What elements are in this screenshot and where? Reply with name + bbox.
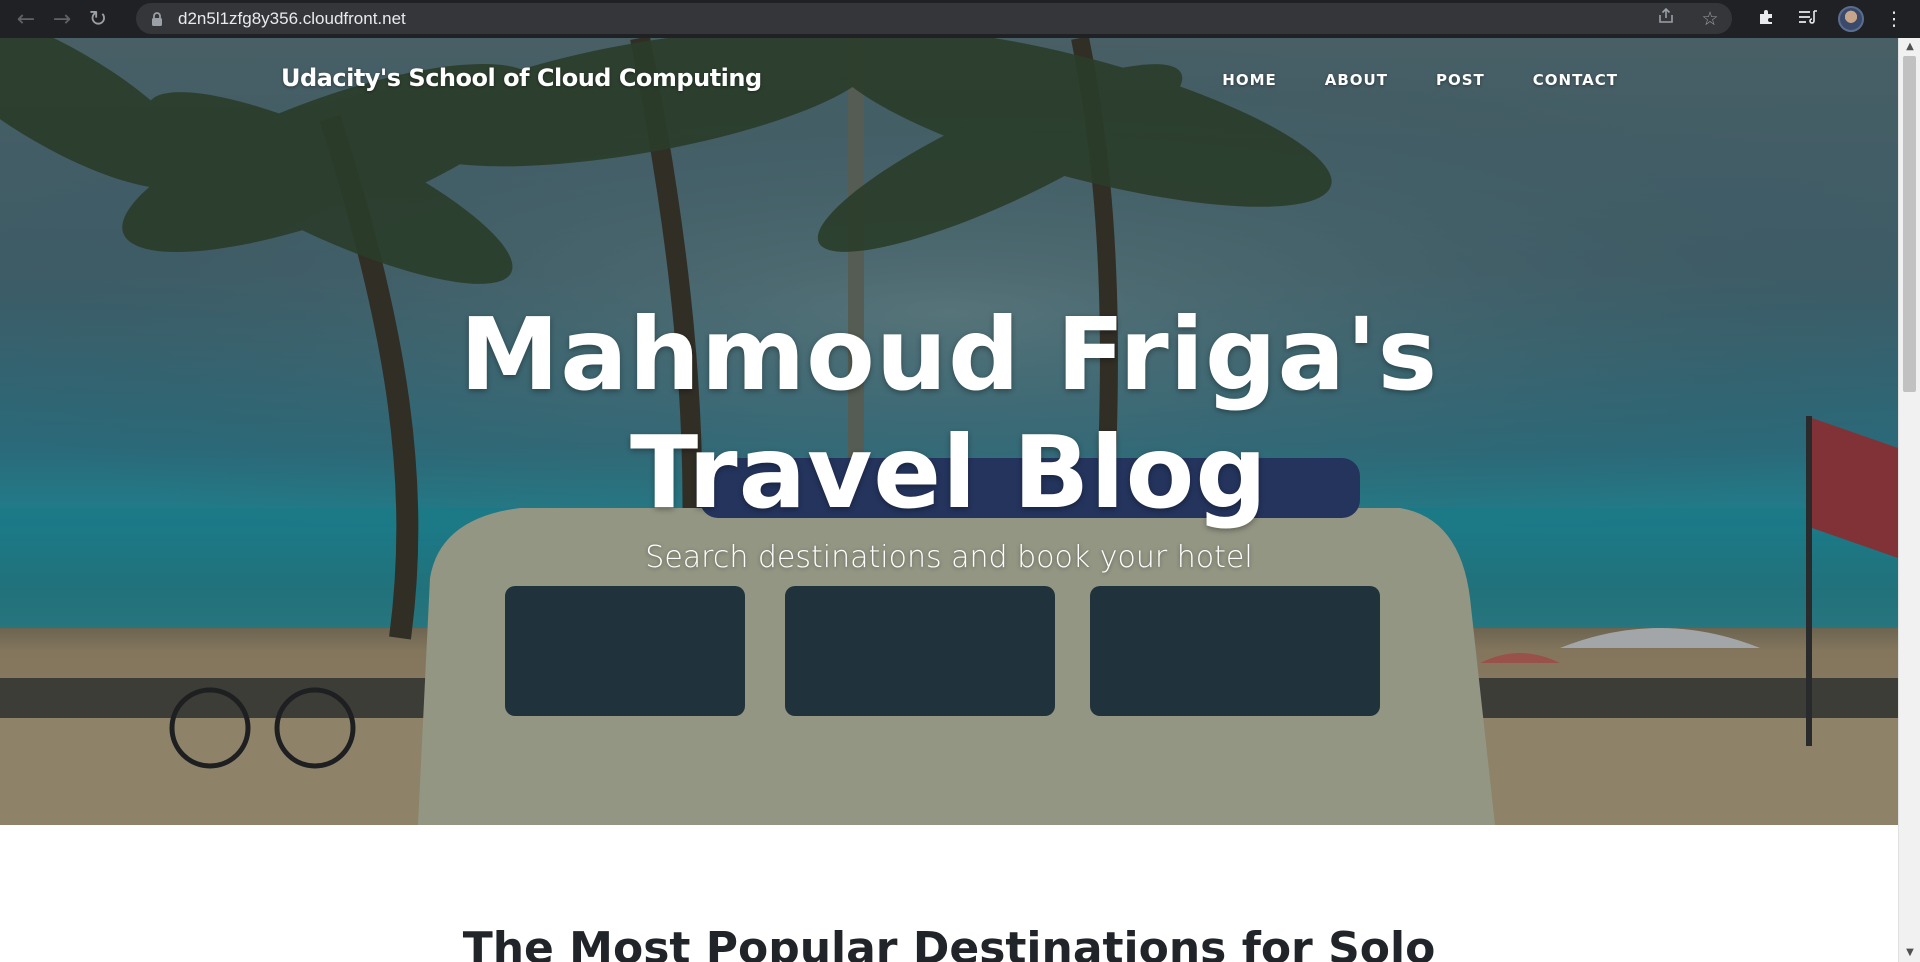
main-nav: HOME ABOUT POST CONTACT xyxy=(1222,71,1618,89)
url-text: d2n5l1zfg8y356.cloudfront.net xyxy=(178,8,406,28)
hero-subtitle: Search destinations and book your hotel xyxy=(645,540,1253,575)
section-heading: The Most Popular Destinations for Solo xyxy=(462,923,1436,962)
hero-title: Mahmoud Friga's Travel Blog xyxy=(0,296,1898,532)
scroll-up-arrow-icon[interactable]: ▲ xyxy=(1899,38,1920,56)
share-icon[interactable] xyxy=(1654,7,1678,30)
back-arrow-icon[interactable]: ← xyxy=(8,0,44,38)
hero-header: Udacity's School of Cloud Computing HOME… xyxy=(0,38,1898,825)
nav-contact[interactable]: CONTACT xyxy=(1533,71,1618,89)
avatar[interactable] xyxy=(1838,6,1864,32)
scroll-thumb[interactable] xyxy=(1903,56,1916,392)
nav-post[interactable]: POST xyxy=(1436,71,1485,89)
address-bar[interactable]: d2n5l1zfg8y356.cloudfront.net ☆ xyxy=(136,3,1732,34)
forward-arrow-icon[interactable]: → xyxy=(44,0,80,38)
scroll-down-arrow-icon[interactable]: ▼ xyxy=(1899,944,1920,962)
page-viewport: Udacity's School of Cloud Computing HOME… xyxy=(0,38,1898,962)
reload-icon[interactable]: ↻ xyxy=(80,0,116,38)
nav-home[interactable]: HOME xyxy=(1222,71,1276,89)
reading-list-icon[interactable] xyxy=(1796,8,1820,30)
site-brand[interactable]: Udacity's School of Cloud Computing xyxy=(281,64,762,92)
puzzle-icon[interactable] xyxy=(1754,8,1778,31)
browser-toolbar: ← → ↻ d2n5l1zfg8y356.cloudfront.net ☆ ⋮ xyxy=(0,0,1920,38)
nav-about[interactable]: ABOUT xyxy=(1325,71,1388,89)
page-scrollbar[interactable]: ▲ ▼ xyxy=(1898,38,1920,962)
hero-title-line1: Mahmoud Friga's xyxy=(459,296,1439,413)
hero-title-line2: Travel Blog xyxy=(630,414,1268,531)
kebab-menu-icon[interactable]: ⋮ xyxy=(1882,8,1906,30)
lock-icon xyxy=(150,11,164,26)
star-icon[interactable]: ☆ xyxy=(1698,8,1722,30)
